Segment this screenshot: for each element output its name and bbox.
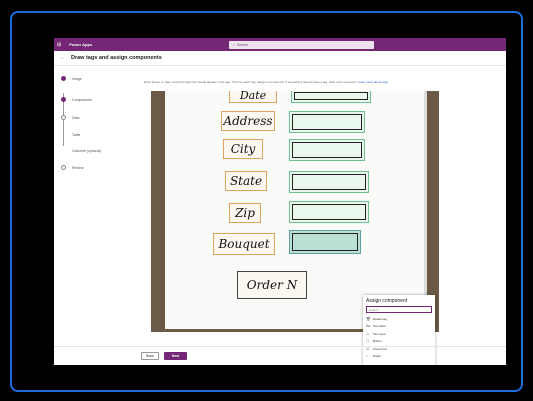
step-dot-icon	[61, 97, 66, 102]
step-label: Columns (optional)	[72, 149, 102, 153]
tag-address[interactable]: Address	[221, 111, 275, 131]
option-label: Button	[373, 339, 382, 344]
step-label: Data	[72, 115, 80, 120]
tag-date[interactable]: Date	[229, 91, 277, 103]
power-apps-window: ⊞ Power Apps ⌕ Search ← Draw tags and as…	[54, 38, 506, 365]
step-dot-icon	[61, 76, 66, 81]
page-title: Draw tags and assign components	[71, 55, 162, 61]
step-label: Components	[72, 97, 92, 102]
wizard-steps: Image Components Data Table Columns (opt…	[54, 66, 134, 326]
learn-more-link[interactable]: Learn more about tags	[358, 80, 388, 84]
text-label-icon: Aa	[366, 324, 371, 329]
step-columns[interactable]: Columns (optional)	[61, 149, 101, 153]
option-text-label[interactable]: Aa Text label	[366, 323, 432, 331]
trash-icon: 🗑	[366, 316, 371, 321]
step-components[interactable]: Components	[61, 97, 92, 102]
text-input-icon: ▭	[366, 331, 370, 336]
wizard-footer: Back Next	[54, 346, 506, 365]
tag-bouquet[interactable]: Bouquet	[213, 233, 275, 255]
waffle-icon[interactable]: ⊞	[57, 42, 61, 48]
tag-city[interactable]: City	[223, 139, 263, 159]
step-data[interactable]: Data	[61, 115, 79, 120]
step-label: Table	[72, 133, 81, 137]
button-icon: ▢	[366, 339, 370, 344]
tag-zip-field[interactable]	[289, 201, 369, 223]
back-button[interactable]: Back	[141, 352, 159, 360]
instructions-text: Draw boxes, or tags, around things that …	[144, 80, 357, 84]
step-image[interactable]: Image	[61, 76, 82, 81]
option-label: Text input	[373, 331, 386, 336]
app-name: Power Apps	[69, 42, 93, 47]
option-label: Delete tag	[373, 316, 387, 321]
search-placeholder: Search	[236, 42, 249, 47]
step-label: Image	[72, 76, 82, 81]
tag-address-field[interactable]	[289, 111, 365, 133]
step-review[interactable]: Review	[61, 165, 83, 170]
tag-bouquet-field-selected[interactable]	[289, 230, 361, 254]
back-arrow-icon[interactable]: ←	[60, 55, 65, 61]
option-delete-tag[interactable]: 🗑 Delete tag	[366, 315, 432, 323]
search-icon: ⌕	[233, 42, 235, 47]
global-search-input[interactable]: ⌕ Search	[229, 40, 374, 49]
component-search-input[interactable]: Search	[366, 306, 432, 313]
tag-state[interactable]: State	[225, 171, 267, 191]
component-search-placeholder: Search	[369, 307, 379, 312]
step-dot-icon	[61, 115, 66, 120]
tag-state-field[interactable]	[289, 171, 369, 193]
instructions: Draw boxes, or tags, around things that …	[144, 80, 388, 84]
option-label: Text label	[373, 324, 386, 329]
next-button[interactable]: Next	[164, 352, 187, 360]
main-content: Draw boxes, or tags, around things that …	[136, 66, 506, 365]
step-table[interactable]: Table	[61, 133, 80, 137]
tag-order-number[interactable]: Order N	[237, 271, 307, 299]
option-button[interactable]: ▢ Button	[366, 338, 432, 346]
step-label: Review	[72, 165, 84, 170]
tag-city-field[interactable]	[289, 139, 365, 161]
option-text-input[interactable]: ▭ Text input	[366, 330, 432, 338]
step-dot-icon	[61, 165, 66, 170]
page-header: ← Draw tags and assign components	[54, 51, 506, 66]
tag-zip[interactable]: Zip	[229, 203, 261, 223]
tag-date-field[interactable]	[291, 91, 371, 103]
popup-title: Assign component	[366, 298, 408, 304]
top-bar: ⊞ Power Apps ⌕ Search	[54, 38, 506, 51]
